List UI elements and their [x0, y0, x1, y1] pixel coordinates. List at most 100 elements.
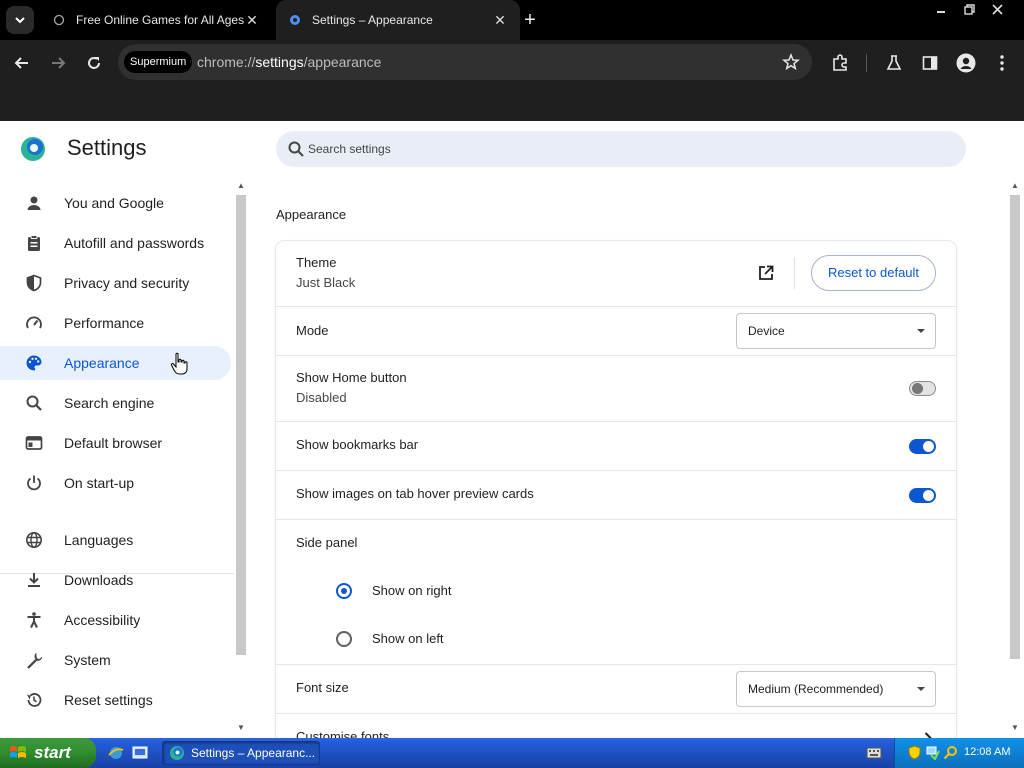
- restore-button[interactable]: [958, 0, 980, 18]
- sidebar-item-label: Accessibility: [64, 612, 141, 628]
- close-icon[interactable]: ✕: [244, 12, 260, 28]
- minimize-button[interactable]: [930, 0, 952, 18]
- sidebar-item-label: On start-up: [64, 475, 135, 491]
- main-scrollbar[interactable]: ▲ ▼: [1008, 177, 1022, 737]
- side-panel-right-label[interactable]: Show on right: [372, 583, 452, 598]
- reset-to-default-button[interactable]: Reset to default: [811, 255, 936, 291]
- tab-hover-row[interactable]: Show images on tab hover preview cards: [276, 470, 956, 519]
- scroll-up-icon[interactable]: ▲: [236, 181, 246, 191]
- address-bar[interactable]: Supermium chrome://settings/appearance: [118, 44, 812, 80]
- home-button-row[interactable]: Show Home button Disabled: [276, 355, 956, 421]
- labs-button[interactable]: [884, 53, 904, 73]
- clipboard-icon: [24, 233, 44, 253]
- tab-games[interactable]: Free Online Games for All Ages - St ✕: [40, 0, 272, 40]
- avatar-icon: [956, 53, 976, 73]
- menu-button[interactable]: [992, 53, 1012, 73]
- palette-icon: [24, 353, 44, 373]
- tab-search-button[interactable]: [6, 6, 34, 34]
- profile-button[interactable]: [956, 53, 976, 73]
- forward-button[interactable]: [45, 50, 71, 76]
- gear-icon: [288, 13, 302, 27]
- search-icon[interactable]: [943, 745, 958, 760]
- side-panel-left-radio[interactable]: [336, 631, 352, 647]
- home-button-label: Show Home button: [296, 370, 407, 385]
- theme-row[interactable]: Theme Just Black Reset to default: [276, 241, 956, 306]
- home-button-toggle[interactable]: [909, 381, 936, 396]
- sidebar-item-accessibility[interactable]: Accessibility: [0, 603, 231, 637]
- side-panel-right-radio[interactable]: [336, 583, 352, 599]
- back-button[interactable]: [9, 50, 35, 76]
- sidebar-item-default-browser[interactable]: Default browser: [0, 426, 231, 460]
- section-title: Appearance: [276, 207, 347, 222]
- sidebar-scrollbar[interactable]: ▲ ▼: [234, 177, 248, 737]
- bookmark-star-icon[interactable]: [782, 53, 800, 71]
- network-icon[interactable]: [925, 745, 940, 760]
- scrollbar-thumb[interactable]: [236, 195, 246, 655]
- taskbar-item-settings[interactable]: Settings – Appearanc...: [162, 741, 320, 765]
- reload-icon: [88, 57, 100, 69]
- scrollbar-thumb[interactable]: [1010, 195, 1020, 659]
- download-icon: [24, 570, 44, 590]
- security-shield-icon[interactable]: [907, 745, 922, 760]
- toggle-knob: [923, 441, 934, 452]
- page-title: Settings: [67, 135, 147, 160]
- mode-select[interactable]: Device: [736, 313, 936, 349]
- close-icon[interactable]: ✕: [492, 12, 508, 28]
- sidebar-item-label: You and Google: [64, 195, 164, 211]
- show-desktop-icon[interactable]: [132, 745, 148, 761]
- extensions-button[interactable]: [830, 53, 850, 73]
- speedometer-icon: [24, 313, 44, 333]
- taskbar: start Settings – Appearanc... 12:08 AM: [0, 738, 1024, 768]
- settings-sidebar: You and Google Autofill and passwords Pr…: [0, 183, 234, 738]
- sidebar-item-privacy[interactable]: Privacy and security: [0, 266, 231, 300]
- appearance-card: Theme Just Black Reset to default Mode D…: [276, 241, 956, 741]
- chevron-down-icon: [917, 329, 925, 333]
- sidebar-item-label: Privacy and security: [64, 275, 190, 291]
- sidebar-item-on-startup[interactable]: On start-up: [0, 466, 231, 500]
- browser-window-icon: [24, 433, 44, 453]
- open-in-new-icon[interactable]: [757, 264, 775, 282]
- tab-settings[interactable]: Settings – Appearance ✕: [276, 0, 520, 40]
- close-window-button[interactable]: [986, 0, 1008, 18]
- scroll-up-icon[interactable]: ▲: [1010, 181, 1020, 191]
- search-input[interactable]: [308, 139, 928, 159]
- side-panel-left-label[interactable]: Show on left: [372, 631, 444, 646]
- sidebar-item-autofill[interactable]: Autofill and passwords: [0, 226, 231, 260]
- tab-hover-toggle[interactable]: [909, 488, 936, 503]
- sidebar-item-system[interactable]: System: [0, 643, 231, 677]
- sidebar-item-languages[interactable]: Languages: [0, 523, 231, 557]
- scroll-down-icon[interactable]: ▼: [1010, 723, 1020, 733]
- clock: 12:08 AM: [964, 746, 1011, 758]
- more-vert-icon: [1000, 55, 1004, 71]
- start-button[interactable]: start: [0, 738, 96, 768]
- customise-fonts-row[interactable]: Customise fonts: [276, 713, 956, 741]
- sidebar-item-you-and-google[interactable]: You and Google: [0, 186, 231, 220]
- side-panel-button[interactable]: [920, 53, 940, 73]
- new-tab-button[interactable]: +: [520, 10, 540, 30]
- sidebar-item-search-engine[interactable]: Search engine: [0, 386, 231, 420]
- font-size-select[interactable]: Medium (Recommended): [736, 671, 936, 707]
- site-info-chip[interactable]: Supermium: [124, 51, 193, 73]
- bookmarks-bar: [0, 86, 1024, 121]
- toolbar-divider: [866, 54, 867, 72]
- bookmarks-bar-label: Show bookmarks bar: [296, 437, 419, 452]
- globe-icon: [24, 530, 44, 550]
- tab-title: Free Online Games for All Ages - St: [76, 13, 244, 27]
- sidebar-item-appearance[interactable]: Appearance: [0, 346, 231, 380]
- font-size-select-value: Medium (Recommended): [748, 682, 884, 696]
- keyboard-icon[interactable]: [866, 746, 882, 760]
- tab-strip: Free Online Games for All Ages - St ✕ Se…: [0, 0, 1024, 40]
- bookmarks-bar-toggle[interactable]: [909, 439, 936, 454]
- person-icon: [24, 193, 44, 213]
- sidebar-item-downloads[interactable]: Downloads: [0, 563, 231, 597]
- sidebar-item-performance[interactable]: Performance: [0, 306, 231, 340]
- reload-button[interactable]: [81, 50, 107, 76]
- bookmarks-bar-row[interactable]: Show bookmarks bar: [276, 421, 956, 470]
- settings-search[interactable]: [276, 131, 966, 167]
- windows-logo-icon: [10, 746, 26, 758]
- scroll-down-icon[interactable]: ▼: [236, 723, 246, 733]
- url-text[interactable]: chrome://settings/appearance: [197, 54, 381, 70]
- internet-explorer-icon[interactable]: [108, 745, 124, 761]
- sidebar-item-reset[interactable]: Reset settings: [0, 683, 231, 717]
- tab-hover-label: Show images on tab hover preview cards: [296, 486, 534, 501]
